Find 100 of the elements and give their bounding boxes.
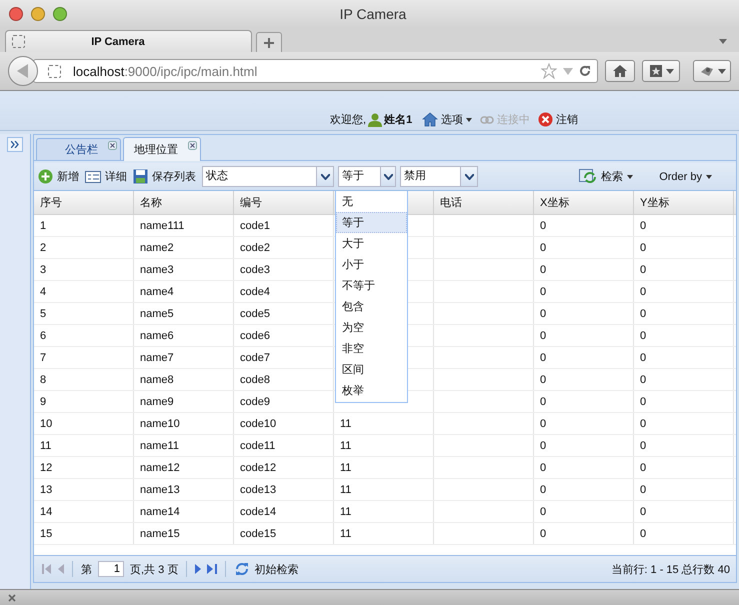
value-select[interactable]: 禁用 xyxy=(400,166,478,187)
minimize-window-button[interactable] xyxy=(31,7,45,21)
home-button[interactable] xyxy=(605,60,635,82)
star-icon xyxy=(648,64,662,78)
table-cell: 11 xyxy=(340,462,352,474)
page-label: 第 xyxy=(81,562,92,576)
tab[interactable]: 公告栏 xyxy=(36,138,121,160)
table-cell: 12 xyxy=(40,462,52,474)
chevron-icon xyxy=(320,174,330,180)
table-cell: name111 xyxy=(140,220,184,232)
address-field[interactable]: localhost:9000/ipc/ipc/main.html xyxy=(33,59,598,83)
add-button[interactable]: 新增 xyxy=(38,169,81,184)
dropdown-option[interactable]: 枚举 xyxy=(336,380,407,401)
table-cell: name12 xyxy=(140,462,180,474)
table-cell: 0 xyxy=(640,374,646,386)
table-cell: 11 xyxy=(340,484,352,496)
table-cell: name4 xyxy=(140,286,174,298)
browser-tab[interactable]: IP Camera xyxy=(5,30,252,52)
expand-button[interactable] xyxy=(7,137,23,152)
table-cell: 15 xyxy=(40,528,52,540)
table-cell: 0 xyxy=(540,440,546,452)
plus-icon xyxy=(38,169,53,184)
save-button[interactable]: 保存列表 xyxy=(133,169,198,184)
table-cell: 2 xyxy=(40,242,46,254)
table-cell: 0 xyxy=(540,220,546,232)
table-cell: 11 xyxy=(340,506,352,518)
table-cell: code1 xyxy=(240,220,270,232)
reload-icon[interactable] xyxy=(579,65,591,77)
table-cell: 11 xyxy=(340,528,352,540)
dropdown-option[interactable]: 不等于 xyxy=(336,275,407,296)
table-cell: code10 xyxy=(240,418,276,430)
caret-icon xyxy=(718,68,726,74)
operator-select[interactable]: 等于 xyxy=(338,166,396,187)
dropdown-option[interactable]: 小于 xyxy=(336,254,407,275)
column-header[interactable]: 编号 xyxy=(240,195,262,210)
row-summary: 当前行: 1 - 15 总行数 40 xyxy=(611,562,730,576)
bookmarks-button[interactable] xyxy=(642,60,680,82)
dropdown-option[interactable]: 无 xyxy=(336,191,407,212)
table-cell: 3 xyxy=(40,264,46,276)
table-cell: 0 xyxy=(640,462,646,474)
back-arrow-icon xyxy=(17,64,29,78)
back-button[interactable] xyxy=(8,56,38,86)
caret-icon[interactable] xyxy=(719,39,727,44)
close-icon[interactable] xyxy=(8,594,16,602)
close-icon[interactable] xyxy=(188,141,197,150)
table-cell: name7 xyxy=(140,352,174,364)
field-select[interactable]: 状态 xyxy=(202,166,334,187)
table-cell: 0 xyxy=(540,396,546,408)
star-icon[interactable] xyxy=(541,63,557,79)
window-title: IP Camera xyxy=(340,6,408,22)
link-icon xyxy=(480,116,494,124)
user-name: 姓名1 xyxy=(384,112,412,127)
reset-search-button[interactable]: 初始检索 xyxy=(234,561,300,577)
table-cell: 0 xyxy=(540,286,546,298)
table-cell: code13 xyxy=(240,484,276,496)
table-cell: name3 xyxy=(140,264,174,276)
dropdown-option[interactable]: 等于 xyxy=(336,212,407,233)
table-cell: code8 xyxy=(240,374,270,386)
logout-button[interactable]: 注销 xyxy=(538,112,578,127)
column-header[interactable]: 电话 xyxy=(440,195,462,210)
page-icon xyxy=(48,64,61,78)
search-button[interactable]: 检索 xyxy=(579,168,636,184)
plus-icon xyxy=(263,36,275,48)
column-header[interactable]: X坐标 xyxy=(540,195,570,210)
next-page-icon[interactable] xyxy=(195,564,202,574)
dropdown-option[interactable]: 为空 xyxy=(336,317,407,338)
caret-icon xyxy=(466,118,472,122)
page-count: 页,共 3 页 xyxy=(130,562,178,576)
column-header[interactable]: Y坐标 xyxy=(640,195,670,210)
zoom-window-button[interactable] xyxy=(53,7,67,21)
table-cell: 9 xyxy=(40,396,46,408)
table-cell: 4 xyxy=(40,286,46,298)
table-cell: code11 xyxy=(240,440,276,452)
table-cell: 0 xyxy=(540,352,546,364)
table-cell: code15 xyxy=(240,528,276,540)
last-page-icon[interactable] xyxy=(207,564,218,574)
options-menu[interactable]: 选项 xyxy=(422,112,472,127)
table-cell: name10 xyxy=(140,418,180,430)
table-cell: 0 xyxy=(640,264,646,276)
table-cell: 0 xyxy=(640,484,646,496)
dropdown-option[interactable]: 包含 xyxy=(336,296,407,317)
page-field[interactable]: 1 xyxy=(98,561,124,577)
caret-icon xyxy=(666,68,674,74)
column-header[interactable]: 序号 xyxy=(40,195,62,210)
close-window-button[interactable] xyxy=(9,7,23,21)
table-cell: code6 xyxy=(240,330,270,342)
dropdown-option[interactable]: 区间 xyxy=(336,359,407,380)
refresh-icon xyxy=(579,168,598,184)
dropdown-option[interactable]: 非空 xyxy=(336,338,407,359)
new-tab-button[interactable] xyxy=(256,32,282,52)
table-cell: name5 xyxy=(140,308,174,320)
extension-button[interactable] xyxy=(693,60,731,82)
detail-button[interactable]: 详细 xyxy=(85,169,129,184)
order-by-button[interactable]: Order by xyxy=(659,170,714,182)
close-icon[interactable] xyxy=(108,141,117,150)
dropdown-option[interactable]: 大于 xyxy=(336,233,407,254)
table-cell: 0 xyxy=(540,264,546,276)
table-cell: 0 xyxy=(640,418,646,430)
column-header[interactable]: 名称 xyxy=(140,195,162,210)
tab[interactable]: 地理位置 xyxy=(123,137,201,161)
